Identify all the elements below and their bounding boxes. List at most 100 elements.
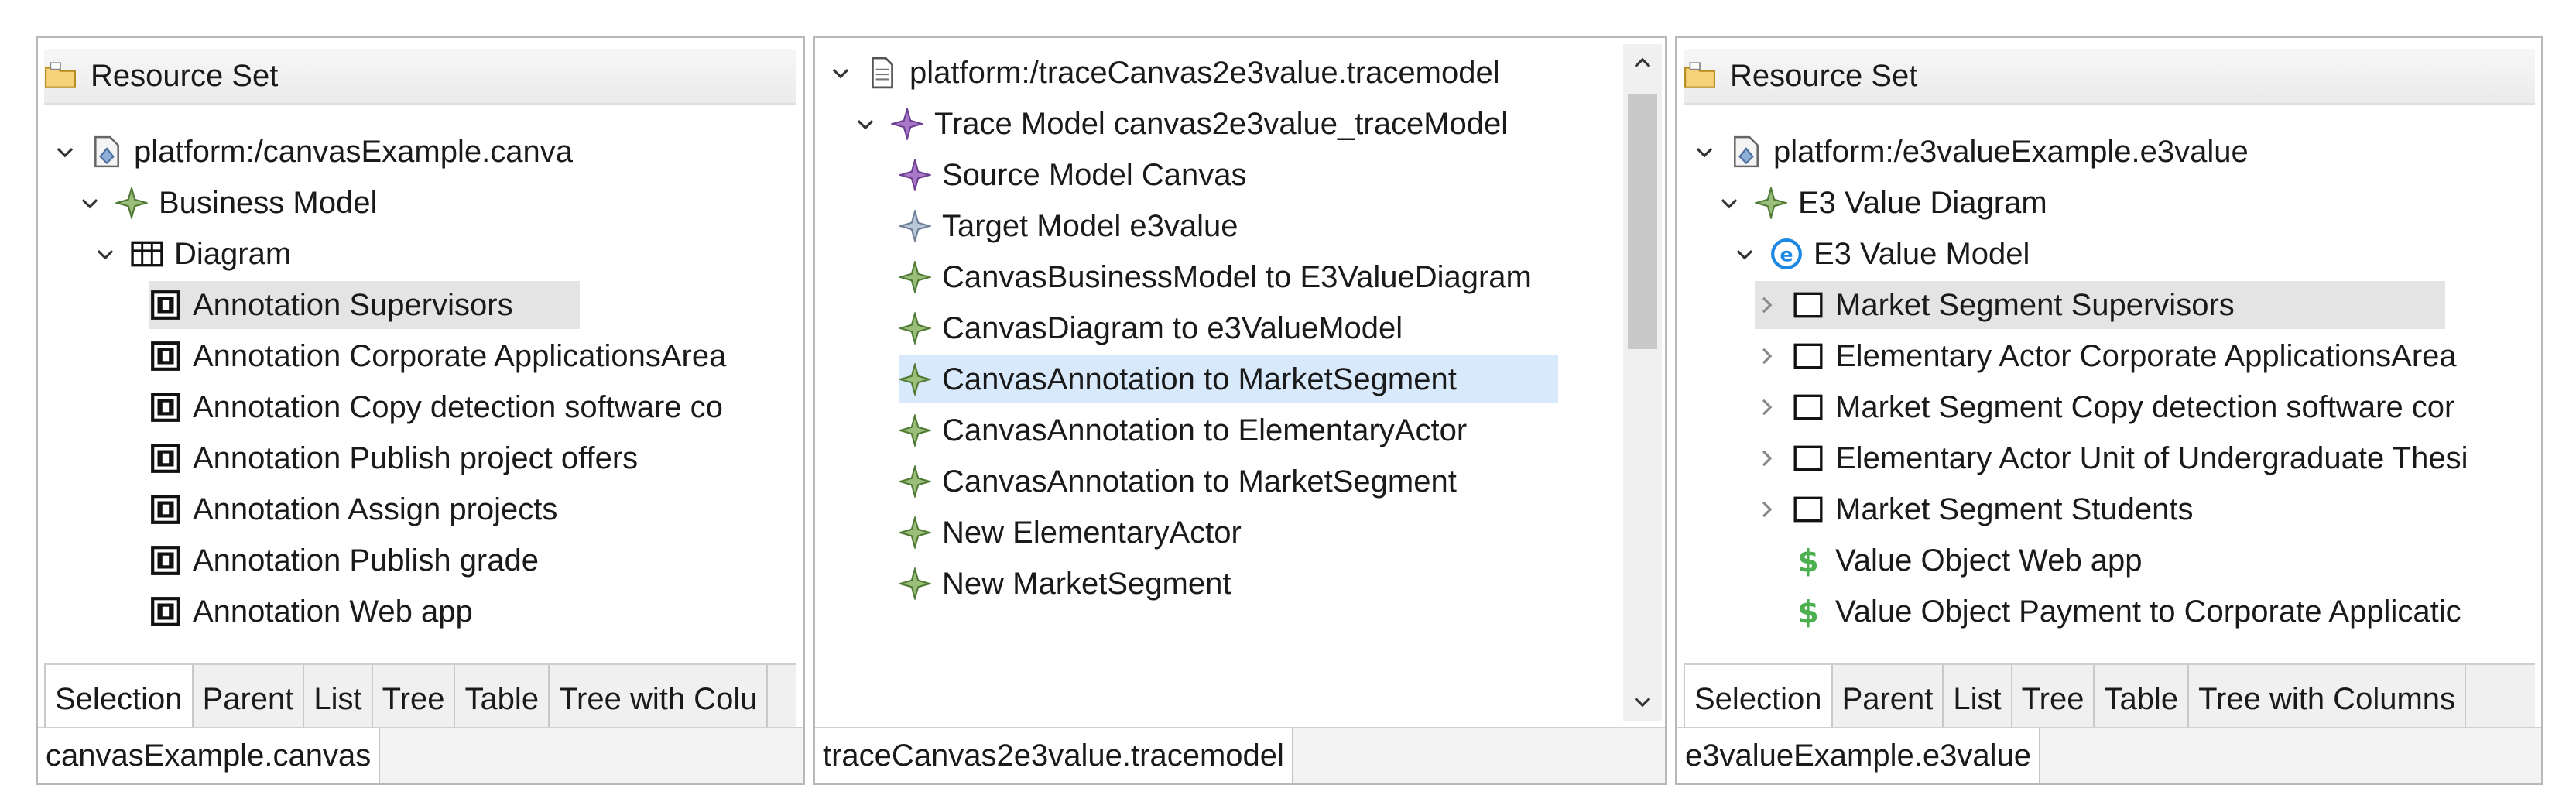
resource-file-icon (91, 135, 123, 168)
chevron-down-icon[interactable] (53, 140, 77, 163)
e3-model-icon (1770, 238, 1803, 270)
tab-list[interactable]: List (304, 665, 373, 733)
tree-item[interactable]: CanvasBusinessModel to E3ValueDiagram (899, 253, 1532, 301)
tree-item-label: CanvasBusinessModel to E3ValueDiagram (942, 259, 1532, 294)
chevron-down-icon[interactable] (1718, 191, 1741, 214)
tab-selection[interactable]: Selection (44, 665, 194, 733)
tab-table[interactable]: Table (455, 665, 550, 733)
tree-item[interactable]: Annotation Publish project offers (149, 434, 638, 482)
box-icon (1792, 289, 1824, 321)
editor-tab[interactable]: traceCanvas2e3value.tracemodel (815, 728, 1293, 783)
editor-tab[interactable]: e3valueExample.e3value (1677, 728, 2040, 783)
tree-item-label: Source Model Canvas (942, 157, 1247, 192)
chevron-down-icon[interactable] (854, 112, 877, 135)
tree-item[interactable]: Elementary Actor Corporate ApplicationsA… (1755, 332, 2457, 380)
editor-tab-label: e3valueExample.e3value (1685, 738, 2031, 773)
tree-item[interactable]: Value Object Web app (1755, 536, 2143, 584)
tree-item-label: Annotation Supervisors (193, 287, 513, 322)
tab-tree-with-columns[interactable]: Tree with Columns (2189, 665, 2467, 733)
editor-tab-bar: e3valueExample.e3value (1677, 727, 2541, 783)
tree-item[interactable]: Annotation Supervisors (149, 281, 580, 329)
box-icon (1792, 391, 1824, 423)
box-icon (1792, 442, 1824, 475)
tree-item[interactable]: CanvasAnnotation to MarketSegment (899, 355, 1558, 403)
annotation-icon (149, 595, 182, 628)
tree-item[interactable]: Value Object Payment to Corporate Applic… (1755, 588, 2461, 636)
tree-item[interactable]: E3 Value Model (1733, 230, 2030, 278)
scrollbar-thumb[interactable] (1628, 94, 1657, 349)
tree-item-label: Market Segment Copy detection software c… (1835, 389, 2455, 424)
annotation-icon (149, 289, 182, 321)
tree-item[interactable]: platform:/traceCanvas2e3value.tracemodel (829, 49, 1500, 97)
tab-tree[interactable]: Tree (373, 665, 456, 733)
tree-item-label: Annotation Copy detection software co (193, 389, 723, 424)
tree-item[interactable]: Market Segment Copy detection software c… (1755, 383, 2454, 431)
chevron-down-icon[interactable] (1693, 140, 1716, 163)
tab-list[interactable]: List (1944, 665, 2012, 733)
document-icon (866, 57, 899, 89)
chevron-right-icon[interactable] (1755, 345, 1778, 368)
editor-tab-bar: canvasExample.canvas (38, 727, 803, 783)
editor-tab[interactable]: canvasExample.canvas (38, 728, 381, 783)
left-resource-set-panel: Resource Set platform:/canvasExample.can… (36, 36, 805, 785)
tree-item[interactable]: New ElementaryActor (899, 509, 1242, 557)
tree-item-label: Target Model e3value (942, 208, 1238, 243)
tree-item[interactable]: Elementary Actor Unit of Undergraduate T… (1755, 434, 2468, 482)
tree-item[interactable]: Market Segment Supervisors (1755, 281, 2445, 329)
tree-item[interactable]: Business Model (78, 179, 377, 227)
tree-item[interactable]: E3 Value Diagram (1718, 179, 2047, 227)
tree-item[interactable]: Diagram (94, 230, 291, 278)
source-model-icon (899, 159, 931, 191)
tab-parent[interactable]: Parent (1833, 665, 1944, 733)
tab-selection[interactable]: Selection (1684, 665, 1833, 733)
tree-item-label: platform:/traceCanvas2e3value.tracemodel (909, 55, 1500, 90)
tree-item[interactable]: Market Segment Students (1755, 485, 2193, 533)
tree-item[interactable]: CanvasAnnotation to ElementaryActor (899, 406, 1467, 454)
dollar-icon (1792, 544, 1824, 577)
tree-item[interactable]: Annotation Publish grade (149, 536, 539, 584)
tab-tree-with-colu[interactable]: Tree with Colu (550, 665, 769, 733)
panel-header-label: Resource Set (1730, 58, 1918, 93)
scroll-down-icon[interactable] (1623, 682, 1662, 721)
tree-item-label: E3 Value Diagram (1798, 185, 2047, 220)
resource-file-icon (1730, 135, 1762, 168)
tree-item-label: Market Segment Students (1835, 492, 2194, 526)
tree-item-label: Diagram (174, 236, 292, 271)
scroll-up-icon[interactable] (1623, 44, 1662, 83)
tree-item-label: Annotation Assign projects (193, 492, 558, 526)
annotation-icon (149, 340, 182, 372)
tab-table[interactable]: Table (2095, 665, 2190, 733)
chevron-right-icon[interactable] (1755, 293, 1778, 317)
tab-parent[interactable]: Parent (194, 665, 305, 733)
tree-item-label: Trace Model canvas2e3value_traceModel (934, 106, 1509, 141)
chevron-down-icon[interactable] (94, 242, 117, 266)
model-element-icon (899, 312, 931, 345)
chevron-right-icon[interactable] (1755, 498, 1778, 521)
chevron-right-icon[interactable] (1755, 447, 1778, 470)
tab-tree[interactable]: Tree (2012, 665, 2095, 733)
tree-item[interactable]: Annotation Copy detection software co (149, 383, 723, 431)
chevron-right-icon[interactable] (1755, 396, 1778, 419)
tree-item[interactable]: platform:/canvasExample.canva (53, 128, 573, 176)
vertical-scrollbar[interactable] (1623, 44, 1662, 721)
tree-item[interactable]: CanvasDiagram to e3ValueModel (899, 304, 1403, 352)
tree-item[interactable]: Annotation Web app (149, 588, 473, 636)
panel-header: Resource Set (44, 49, 796, 105)
tree-item[interactable]: Trace Model canvas2e3value_traceModel (854, 100, 1508, 148)
tree-item[interactable]: platform:/e3valueExample.e3value (1693, 128, 2249, 176)
tree-item[interactable]: Source Model Canvas (899, 151, 1247, 199)
tree-item[interactable]: CanvasAnnotation to MarketSegment (899, 458, 1457, 506)
tree-item[interactable]: New MarketSegment (899, 560, 1231, 608)
tree-item-label: Annotation Publish grade (193, 543, 539, 578)
tree-item[interactable]: Target Model e3value (899, 202, 1238, 250)
tree-item-label: platform:/canvasExample.canva (134, 134, 573, 169)
chevron-down-icon[interactable] (78, 191, 101, 214)
model-element-icon (899, 363, 931, 396)
tree-item-label: E3 Value Model (1814, 236, 2030, 271)
editor-tab-label: traceCanvas2e3value.tracemodel (823, 738, 1284, 773)
panel-header-label: Resource Set (91, 58, 279, 93)
chevron-down-icon[interactable] (1733, 242, 1756, 266)
tree-item[interactable]: Annotation Assign projects (149, 485, 557, 533)
tree-item[interactable]: Annotation Corporate ApplicationsArea (149, 332, 726, 380)
chevron-down-icon[interactable] (829, 61, 852, 84)
